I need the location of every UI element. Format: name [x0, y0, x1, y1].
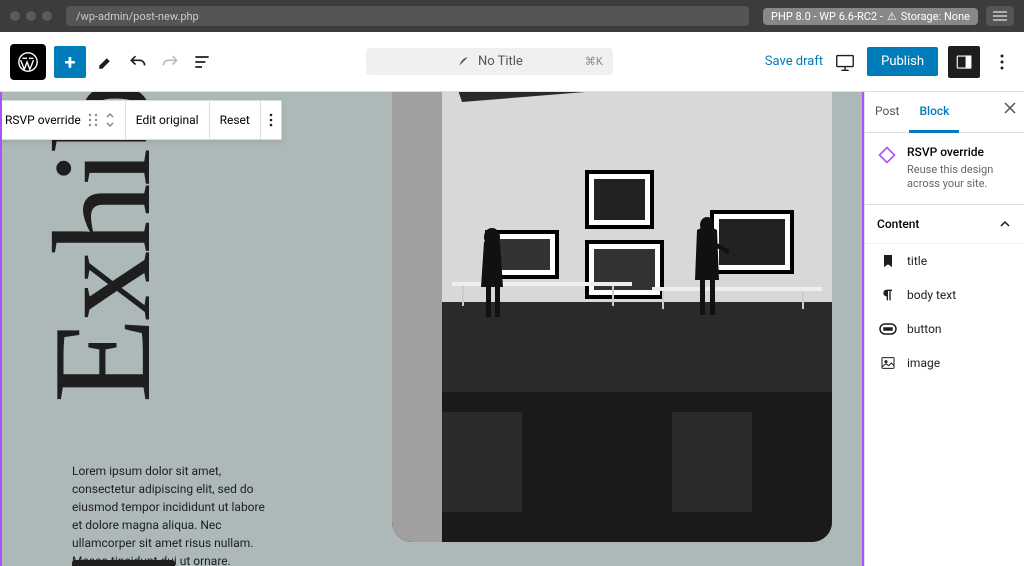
document-overview-button[interactable]	[190, 50, 214, 74]
exhibit-image[interactable]	[392, 92, 832, 542]
block-toolbar: RSVP override Edit original Reset	[0, 100, 282, 140]
wordpress-logo[interactable]	[10, 44, 46, 80]
close-icon	[1004, 102, 1016, 114]
editor-canvas[interactable]: RSVP override Edit original Reset Exhibi…	[0, 92, 864, 566]
wordpress-icon	[17, 51, 39, 73]
redo-icon	[160, 52, 180, 72]
document-title-bar: No Title ⌘K	[222, 48, 757, 75]
pattern-icon	[877, 145, 897, 165]
redo-button[interactable]	[158, 50, 182, 74]
pattern-content: Exhibit Lorem ipsum dolor sit amet, cons…	[2, 92, 862, 566]
document-title-button[interactable]: No Title ⌘K	[366, 48, 613, 75]
kebab-icon	[269, 113, 273, 127]
warning-icon: ⚠	[887, 10, 897, 23]
signup-button[interactable]: Sign up now	[72, 560, 175, 566]
undo-button[interactable]	[126, 50, 150, 74]
traffic-max[interactable]	[42, 11, 52, 21]
editor-main: RSVP override Edit original Reset Exhibi…	[0, 92, 1024, 566]
content-item-title[interactable]: title	[865, 244, 1024, 278]
content-item-label: body text	[907, 288, 956, 302]
sidebar-icon	[955, 53, 973, 71]
url-bar[interactable]: /wp-admin/post-new.php	[66, 6, 749, 26]
content-item-image[interactable]: image	[865, 346, 1024, 380]
traffic-lights	[10, 11, 52, 21]
content-item-label: image	[907, 356, 940, 370]
block-info-header: RSVP override Reuse this design across y…	[865, 133, 1024, 205]
traffic-close[interactable]	[10, 11, 20, 21]
feather-icon	[456, 55, 470, 69]
content-item-button[interactable]: button	[865, 312, 1024, 346]
traffic-min[interactable]	[26, 11, 36, 21]
paragraph-icon	[879, 286, 897, 304]
button-icon	[879, 320, 897, 338]
options-button[interactable]	[990, 50, 1014, 74]
undo-icon	[128, 52, 148, 72]
block-type-indicator[interactable]: RSVP override	[0, 101, 126, 139]
keyboard-shortcut: ⌘K	[585, 55, 603, 68]
pencil-icon	[97, 53, 115, 71]
tools-button[interactable]	[94, 50, 118, 74]
content-panel-label: Content	[877, 217, 919, 231]
url-text: /wp-admin/post-new.php	[76, 10, 199, 23]
save-draft-button[interactable]: Save draft	[765, 54, 823, 69]
content-item-label: button	[907, 322, 942, 336]
editor-toolbar: + No Title ⌘K Save draft Publish	[0, 32, 1024, 92]
browser-menu-button[interactable]	[986, 6, 1014, 26]
block-name-label: RSVP override	[5, 113, 81, 127]
tab-block[interactable]: Block	[909, 92, 959, 133]
content-panel-toggle[interactable]: Content	[865, 205, 1024, 244]
sidebar-tabs: Post Block	[865, 92, 1024, 133]
env-badge: PHP 8.0 - WP 6.6-RC2 - ⚠ Storage: None	[763, 8, 978, 25]
settings-sidebar-toggle[interactable]	[948, 46, 980, 78]
kebab-icon	[1000, 54, 1004, 70]
preview-button[interactable]	[833, 50, 857, 74]
tab-post[interactable]: Post	[865, 92, 909, 132]
plus-icon: +	[65, 50, 76, 74]
settings-sidebar: Post Block RSVP override Reuse this desi…	[864, 92, 1024, 566]
block-info-desc: Reuse this design across your site.	[907, 163, 1012, 192]
desktop-icon	[834, 51, 856, 73]
move-up-down-icon[interactable]	[105, 112, 115, 128]
hamburger-icon	[993, 11, 1007, 21]
bookmark-icon	[879, 252, 897, 270]
edit-original-button[interactable]: Edit original	[126, 101, 210, 139]
close-sidebar-button[interactable]	[1004, 102, 1016, 117]
publish-button[interactable]: Publish	[867, 47, 938, 76]
drag-handle-icon[interactable]	[87, 113, 99, 127]
add-block-button[interactable]: +	[54, 46, 86, 78]
toolbar-right: Save draft Publish	[765, 46, 1014, 78]
museum-photo	[392, 92, 832, 542]
list-view-icon	[192, 52, 212, 72]
content-item-label: title	[907, 254, 927, 268]
reset-button[interactable]: Reset	[210, 101, 261, 139]
browser-chrome: /wp-admin/post-new.php PHP 8.0 - WP 6.6-…	[0, 0, 1024, 32]
block-options-button[interactable]	[261, 101, 281, 139]
content-item-body-text[interactable]: body text	[865, 278, 1024, 312]
chevron-up-icon	[998, 217, 1012, 231]
image-icon	[879, 354, 897, 372]
body-text[interactable]: Lorem ipsum dolor sit amet, consectetur …	[72, 462, 272, 566]
document-title-text: No Title	[478, 54, 523, 69]
block-info-name: RSVP override	[907, 145, 1012, 159]
